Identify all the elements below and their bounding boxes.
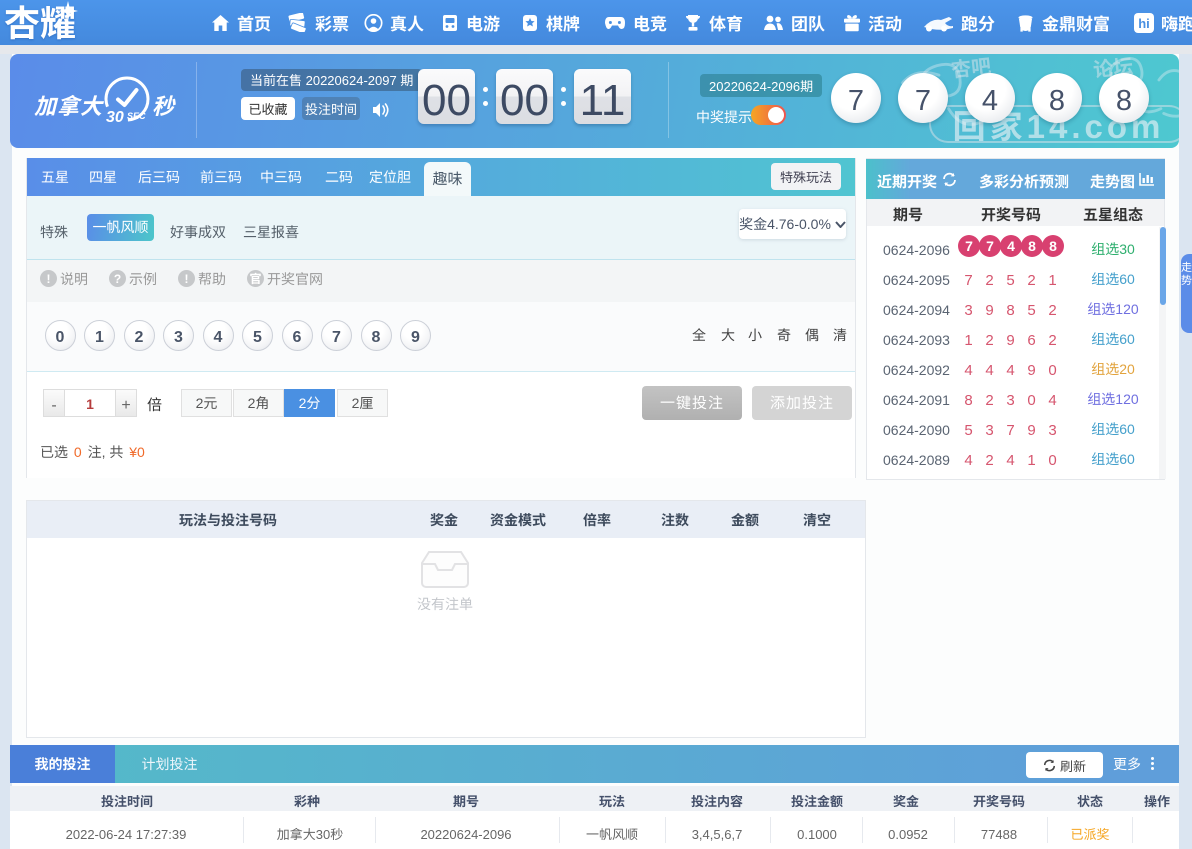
svg-text:hi: hi bbox=[1138, 16, 1150, 31]
